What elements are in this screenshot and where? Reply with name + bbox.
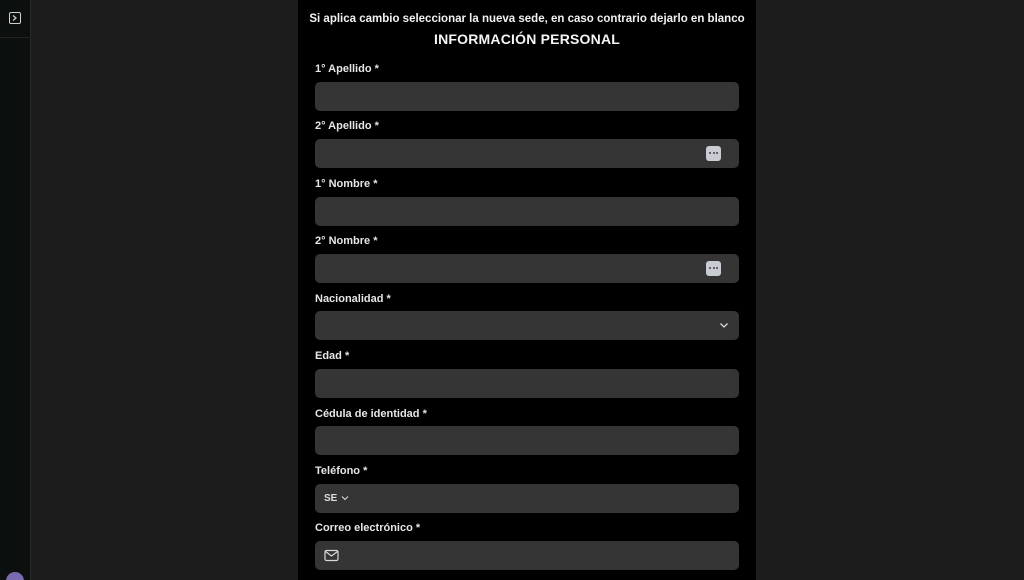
nacionalidad-label: Nacionalidad * [315, 293, 391, 305]
avatar[interactable] [6, 572, 24, 580]
edad-field[interactable] [315, 369, 739, 398]
chevron-down-icon[interactable] [341, 494, 349, 502]
primer-nombre-field[interactable] [315, 197, 739, 226]
sidebar-divider [0, 37, 31, 38]
segundo-apellido-field[interactable] [315, 139, 739, 168]
primer-nombre-input[interactable] [315, 197, 739, 226]
primer-apellido-label: 1° Apellido * [315, 63, 379, 75]
segundo-apellido-input[interactable] [315, 139, 739, 168]
personal-info-form: Si aplica cambio seleccionar la nueva se… [298, 0, 756, 580]
segundo-nombre-label: 2° Nombre * [315, 235, 378, 247]
primer-apellido-input[interactable] [315, 82, 739, 111]
cedula-label: Cédula de identidad * [315, 408, 427, 420]
section-title: INFORMACIÓN PERSONAL [434, 31, 620, 47]
correo-field[interactable] [315, 541, 739, 570]
nacionalidad-select[interactable] [315, 311, 739, 340]
password-manager-icon[interactable] [706, 146, 721, 161]
segundo-nombre-field[interactable] [315, 254, 739, 283]
chevron-down-icon [720, 323, 728, 328]
segundo-nombre-input[interactable] [315, 254, 739, 283]
primer-apellido-field[interactable] [315, 82, 739, 111]
segundo-apellido-label: 2° Apellido * [315, 120, 379, 132]
telefono-field[interactable]: SE [315, 484, 739, 513]
page-background [31, 0, 298, 580]
edad-label: Edad * [315, 350, 350, 362]
password-manager-icon[interactable] [706, 261, 721, 276]
cedula-field[interactable] [315, 426, 739, 455]
edad-input[interactable] [315, 369, 739, 398]
cedula-input[interactable] [315, 426, 739, 455]
correo-label: Correo electrónico * [315, 522, 421, 534]
primer-nombre-label: 1° Nombre * [315, 178, 378, 190]
sidebar [0, 0, 31, 580]
sede-notice: Si aplica cambio seleccionar la nueva se… [309, 13, 745, 25]
telefono-label: Teléfono * [315, 465, 368, 477]
country-code-selector[interactable]: SE [324, 493, 337, 504]
mail-icon [324, 549, 339, 562]
sidebar-toggle-icon[interactable] [9, 12, 21, 24]
